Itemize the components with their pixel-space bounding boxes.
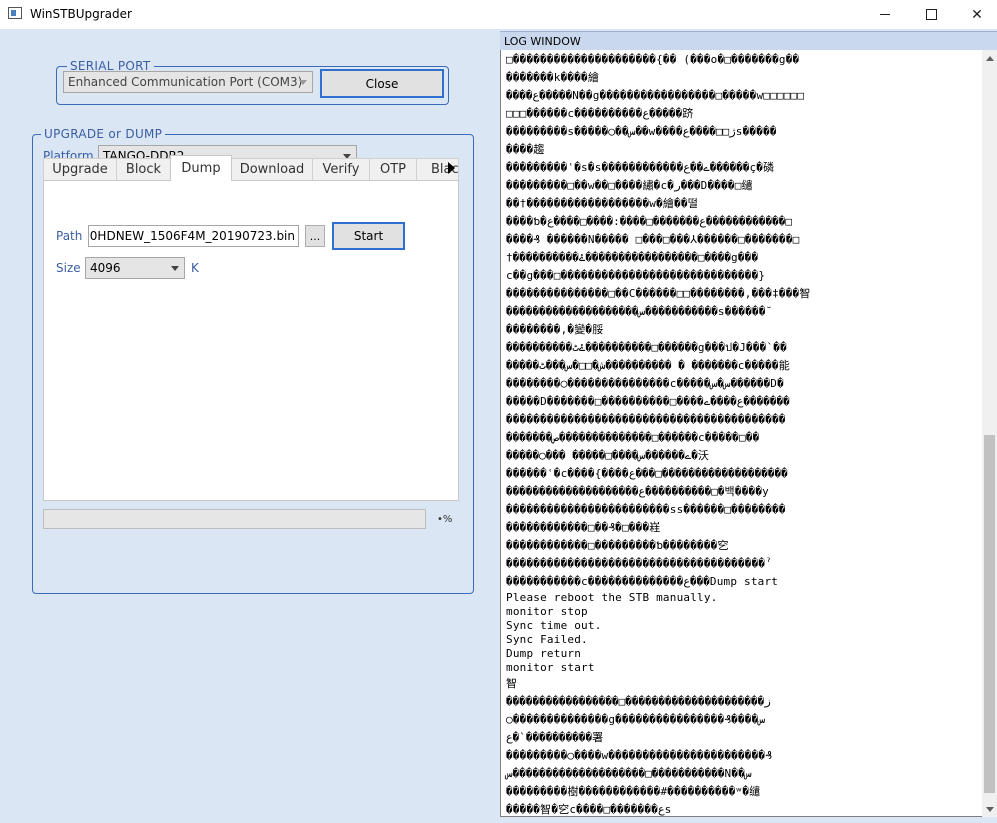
log-line: ����������������������������������������… bbox=[506, 413, 786, 426]
tab-upgrade[interactable]: Upgrade bbox=[43, 158, 117, 180]
upgrade-dump-legend: UPGRADE or DUMP bbox=[41, 127, 166, 141]
close-port-label: Close bbox=[365, 76, 399, 91]
log-line: Sync time out. bbox=[506, 619, 602, 632]
tab-otp-label: OTP bbox=[379, 162, 406, 177]
log-line: ��������◯���������������c�����س�س������D… bbox=[506, 377, 784, 390]
log-line: ���������s�����◯��س��w����ژ□□����عs����� bbox=[506, 125, 777, 138]
log-line: س��������������������□�����������N��س bbox=[506, 767, 752, 780]
path-value: 0HDNEW_1506F4M_20190723.bin bbox=[89, 229, 295, 243]
log-line: ������ʿ�c����{����ع���□�����������������… bbox=[506, 467, 788, 480]
log-line: Dump return bbox=[506, 647, 582, 660]
path-label: Path bbox=[56, 229, 83, 243]
progress-percent: •% bbox=[437, 514, 453, 525]
log-line: �����ش�□□�س���ٹ���������� � �������c����… bbox=[506, 359, 790, 372]
log-line: ��������������������ع����������□�백����y bbox=[506, 485, 769, 498]
log-line: c��g���□�����������������������������} bbox=[506, 269, 766, 282]
size-value: 4096 bbox=[90, 261, 121, 275]
log-line: ع�`����������署 bbox=[506, 731, 604, 744]
log-line: ���������樹������������#����������ʷ�缱 bbox=[506, 785, 761, 798]
log-line: ���������◯����w�����������������������₰ bbox=[506, 749, 773, 762]
tab-download[interactable]: Download bbox=[231, 158, 313, 180]
scroll-up-icon[interactable] bbox=[982, 50, 997, 66]
tab-block-label: Block bbox=[125, 162, 162, 177]
close-port-button[interactable]: Close bbox=[320, 69, 444, 98]
log-line: ���������□��w��□����繡�c�ر���D����□缱 bbox=[506, 179, 753, 192]
log-line: ������������□���������ƅ��������穵 bbox=[506, 539, 729, 552]
bottom-strip bbox=[0, 817, 997, 823]
log-line: ����趨 bbox=[506, 143, 545, 156]
close-icon[interactable]: ✕ bbox=[954, 0, 997, 29]
log-line: Please reboot the STB manually. bbox=[506, 591, 718, 604]
log-line: Sync Failed. bbox=[506, 633, 588, 646]
tab-download-label: Download bbox=[239, 162, 305, 177]
log-line: ��†������������������w�繪��떨 bbox=[506, 197, 699, 210]
log-line: ����ع�����N��g�����������������□�����w□□… bbox=[506, 89, 805, 102]
log-line: ���������ʿ�s�s������������ے��ع������ç�磷 bbox=[506, 161, 775, 174]
tab-dump[interactable]: Dump bbox=[170, 155, 232, 181]
log-line: ������������������������ss������□�������… bbox=[506, 503, 786, 516]
tab-scroll-right-icon[interactable] bbox=[443, 156, 459, 180]
maximize-icon[interactable] bbox=[908, 0, 954, 29]
log-line: †����������ۓ�����������������□����g��� bbox=[506, 251, 759, 264]
log-line: �����D�������□����������□����ع����ے�����… bbox=[506, 395, 790, 408]
log-line: ��������������������س�����������s������˘ bbox=[506, 305, 773, 318]
tab-upgrade-label: Upgrade bbox=[52, 162, 108, 177]
log-line: �������k����繪 bbox=[506, 71, 600, 84]
minimize-icon[interactable] bbox=[862, 0, 908, 29]
log-line: ����₰ ������N����� □���□���⅄������□�����… bbox=[506, 233, 800, 246]
log-line: �����������c��������������ع���Dump start bbox=[506, 575, 779, 588]
scrollbar-thumb[interactable] bbox=[984, 435, 995, 793]
log-line: ��������,�變�脮 bbox=[506, 323, 604, 336]
chevron-down-icon bbox=[171, 266, 179, 271]
start-button[interactable]: Start bbox=[332, 222, 405, 250]
log-line: ��������������������������������������ˀ bbox=[506, 557, 773, 570]
tab-verify[interactable]: Verify bbox=[312, 158, 370, 180]
tab-bar: Upgrade Block Dump Download Verify OTP B… bbox=[43, 155, 459, 181]
start-label: Start bbox=[353, 229, 384, 243]
chevron-down-icon bbox=[299, 80, 307, 85]
progress-bar bbox=[43, 509, 426, 529]
log-line: ������������□��₰�□���嵀 bbox=[506, 521, 661, 534]
browse-button[interactable]: ... bbox=[305, 225, 325, 247]
serial-port-value: Enhanced Communication Port (COM3) bbox=[68, 75, 303, 89]
scroll-down-icon[interactable] bbox=[982, 801, 997, 817]
size-dropdown[interactable]: 4096 bbox=[85, 257, 185, 279]
tab-dump-label: Dump bbox=[181, 161, 221, 176]
window-title: WinSTBUpgrader bbox=[30, 7, 132, 21]
log-text-area[interactable]: □���������������������{�� (���o�□�������… bbox=[500, 50, 982, 817]
log-line: monitor start bbox=[506, 661, 595, 674]
path-input[interactable]: 0HDNEW_1506F4M_20190723.bin bbox=[88, 225, 299, 247]
size-unit-label: K bbox=[191, 261, 199, 275]
tab-block[interactable]: Block bbox=[116, 158, 171, 180]
log-line: �����◯��� �����□����ے������س�沃 bbox=[506, 449, 710, 462]
log-line: □□□������c����������ع�����跻 bbox=[506, 107, 694, 120]
log-window-title: LOG WINDOW bbox=[504, 35, 581, 48]
tab-otp[interactable]: OTP bbox=[369, 158, 417, 180]
log-line: ���������������□��C������□□��������,���‡… bbox=[506, 287, 811, 300]
log-line: □���������������������{�� (���o�□�������… bbox=[506, 53, 800, 66]
log-line: monitor stop bbox=[506, 605, 588, 618]
log-line: �����������������□���������������������ز bbox=[506, 695, 771, 708]
log-line: ����������ۓٹ����������□������g���ป�J���`… bbox=[506, 341, 787, 354]
log-line: ◯��������������g����������������₰����س bbox=[506, 713, 766, 726]
serial-port-dropdown[interactable]: Enhanced Communication Port (COM3) bbox=[63, 71, 313, 93]
log-scrollbar[interactable] bbox=[982, 50, 997, 817]
size-label: Size bbox=[56, 261, 81, 275]
browse-label: ... bbox=[309, 229, 321, 243]
log-line: ����ƅ�ع�������□����:����□����ع����������… bbox=[506, 215, 792, 228]
app-icon bbox=[8, 7, 22, 19]
log-window-header: LOG WINDOW bbox=[500, 31, 997, 50]
title-bar: WinSTBUpgrader ✕ bbox=[0, 0, 997, 29]
log-line: �����智�穵c����□�������عs bbox=[506, 803, 672, 816]
log-line: �������ص��������������□������c�����□�� bbox=[506, 431, 760, 444]
log-line: 智 bbox=[506, 677, 518, 690]
tab-verify-label: Verify bbox=[322, 162, 360, 177]
